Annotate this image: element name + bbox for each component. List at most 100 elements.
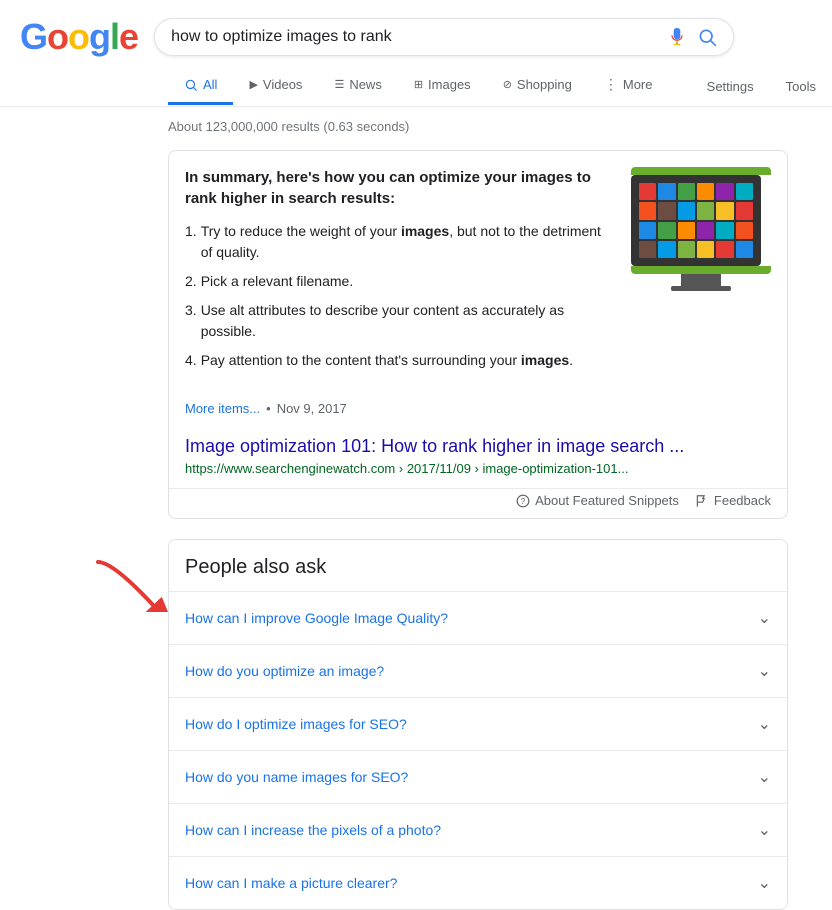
monitor-cell-10: [716, 202, 733, 219]
snippet-list: 1. Try to reduce the weight of your imag…: [185, 221, 615, 371]
snippet-content: In summary, here's how you can optimize …: [169, 151, 787, 395]
monitor-cell-5: [736, 183, 753, 200]
results-area: About 123,000,000 results (0.63 seconds)…: [0, 107, 800, 910]
google-logo: Google: [20, 16, 138, 58]
monitor-stand: [681, 274, 721, 286]
tools-tab[interactable]: Tools: [770, 69, 832, 104]
tab-all-label: All: [203, 77, 217, 92]
monitor-cell-2: [678, 183, 695, 200]
chevron-down-icon-3: ⌄: [758, 767, 771, 787]
result-link-section: Image optimization 101: How to rank high…: [169, 426, 787, 488]
shopping-tab-icon: ⊘: [503, 78, 512, 91]
tab-more[interactable]: ⋮ More: [588, 66, 669, 106]
paa-question-5: How can I make a picture clearer?: [185, 875, 397, 891]
featured-snippet: In summary, here's how you can optimize …: [168, 150, 788, 519]
search-icon[interactable]: [697, 27, 717, 47]
paa-question-3: How do you name images for SEO?: [185, 769, 408, 785]
monitor-screen: [639, 183, 753, 258]
monitor-base: [671, 286, 731, 291]
about-snippets-btn[interactable]: ? About Featured Snippets: [516, 493, 679, 508]
svg-text:?: ?: [521, 497, 526, 506]
tab-news[interactable]: ☰ News: [318, 67, 397, 105]
tab-shopping-label: Shopping: [517, 77, 572, 92]
tab-more-label: More: [623, 77, 653, 92]
paa-question-0: How can I improve Google Image Quality?: [185, 610, 448, 626]
monitor-cell-19: [658, 241, 675, 258]
monitor-cell-17: [736, 222, 753, 239]
list-item-2: 2. Pick a relevant filename.: [185, 271, 615, 292]
monitor-cell-9: [697, 202, 714, 219]
list-item-1: 1. Try to reduce the weight of your imag…: [185, 221, 615, 263]
snippet-actions: ? About Featured Snippets Feedback: [169, 488, 787, 518]
monitor-cell-4: [716, 183, 733, 200]
result-url: https://www.searchenginewatch.com › 2017…: [185, 461, 771, 476]
nav-tabs: All ▶ Videos ☰ News ⊞ Images ⊘ Shopping …: [0, 58, 832, 107]
snippet-date: Nov 9, 2017: [277, 401, 347, 416]
monitor-cell-18: [639, 241, 656, 258]
paa-item-3[interactable]: How do you name images for SEO? ⌄: [169, 750, 787, 803]
snippet-text: In summary, here's how you can optimize …: [185, 167, 615, 379]
monitor-cell-6: [639, 202, 656, 219]
list-item-4: 4. Pay attention to the content that's s…: [185, 350, 615, 371]
feedback-button[interactable]: Feedback: [695, 493, 771, 508]
paa-question-4: How can I increase the pixels of a photo…: [185, 822, 441, 838]
tab-images[interactable]: ⊞ Images: [398, 67, 487, 105]
results-count: About 123,000,000 results (0.63 seconds): [168, 119, 800, 134]
chevron-down-icon-5: ⌄: [758, 873, 771, 893]
videos-tab-icon: ▶: [249, 78, 257, 91]
list-item-3: 3. Use alt attributes to describe your c…: [185, 300, 615, 342]
paa-question-1: How do you optimize an image?: [185, 663, 384, 679]
tab-all[interactable]: All: [168, 67, 233, 105]
monitor-cell-12: [639, 222, 656, 239]
tab-videos-label: Videos: [263, 77, 303, 92]
paa-item-5[interactable]: How can I make a picture clearer? ⌄: [169, 856, 787, 909]
header: Google: [0, 0, 832, 58]
monitor-cell-21: [697, 241, 714, 258]
paa-title: People also ask: [169, 540, 787, 591]
result-title[interactable]: Image optimization 101: How to rank high…: [185, 434, 771, 459]
more-items-link[interactable]: More items...: [185, 401, 260, 416]
flag-icon: [695, 494, 709, 508]
settings-tab[interactable]: Settings: [691, 69, 770, 104]
chevron-down-icon-4: ⌄: [758, 820, 771, 840]
paa-item-2[interactable]: How do I optimize images for SEO? ⌄: [169, 697, 787, 750]
monitor-top-bar: [631, 167, 771, 175]
paa-question-2: How do I optimize images for SEO?: [185, 716, 407, 732]
paa-item-1[interactable]: How do you optimize an image? ⌄: [169, 644, 787, 697]
chevron-down-icon-0: ⌄: [758, 608, 771, 628]
paa-item-4[interactable]: How can I increase the pixels of a photo…: [169, 803, 787, 856]
monitor-cell-8: [678, 202, 695, 219]
monitor-cell-22: [716, 241, 733, 258]
tab-videos[interactable]: ▶ Videos: [233, 67, 318, 105]
news-tab-icon: ☰: [334, 78, 344, 91]
monitor-cell-7: [658, 202, 675, 219]
images-tab-icon: ⊞: [414, 78, 423, 91]
chevron-down-icon-1: ⌄: [758, 661, 771, 681]
search-input[interactable]: [171, 28, 667, 46]
monitor-cell-13: [658, 222, 675, 239]
red-arrow: [93, 557, 173, 612]
monitor-cell-15: [697, 222, 714, 239]
chevron-down-icon-2: ⌄: [758, 714, 771, 734]
monitor-cell-11: [736, 202, 753, 219]
snippet-footer: More items... • Nov 9, 2017: [169, 395, 787, 426]
more-tab-icon: ⋮: [604, 76, 618, 93]
tab-images-label: Images: [428, 77, 471, 92]
monitor-cell-16: [716, 222, 733, 239]
all-tab-icon: [184, 78, 198, 92]
paa-items-container: How can I improve Google Image Quality? ⌄…: [169, 591, 787, 909]
search-icons: [667, 27, 717, 47]
monitor-cell-1: [658, 183, 675, 200]
question-circle-icon: ?: [516, 494, 530, 508]
paa-item-0[interactable]: How can I improve Google Image Quality? ⌄: [169, 591, 787, 644]
paa-section: People also ask How can I improve Google…: [168, 539, 788, 910]
monitor-cell-20: [678, 241, 695, 258]
monitor-cell-23: [736, 241, 753, 258]
search-bar[interactable]: [154, 18, 734, 56]
monitor-bottom-bar: [631, 266, 771, 274]
paa-wrapper: People also ask How can I improve Google…: [168, 539, 800, 910]
snippet-title: In summary, here's how you can optimize …: [185, 167, 615, 209]
monitor-cell-14: [678, 222, 695, 239]
mic-icon[interactable]: [667, 27, 687, 47]
tab-shopping[interactable]: ⊘ Shopping: [487, 67, 588, 105]
